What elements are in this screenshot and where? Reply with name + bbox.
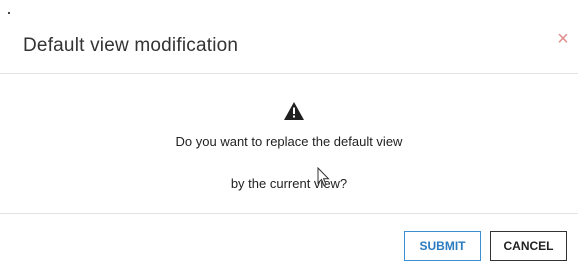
close-icon[interactable]: × [553,28,573,50]
dialog-body: Do you want to replace the default view … [0,74,578,214]
dialog-header: Default view modification × [0,0,578,74]
dialog-footer: SUBMIT CANCEL [0,214,578,275]
confirmation-message-line-1: Do you want to replace the default view [175,134,403,149]
cancel-button[interactable]: CANCEL [490,231,567,261]
default-view-dialog: Default view modification × Do you want … [0,0,578,275]
submit-button[interactable]: SUBMIT [404,231,481,261]
dialog-title: Default view modification [23,35,239,56]
mouse-cursor-icon [317,167,330,187]
confirmation-message-line-2: by the current view? [230,176,348,191]
warning-icon [284,102,304,120]
